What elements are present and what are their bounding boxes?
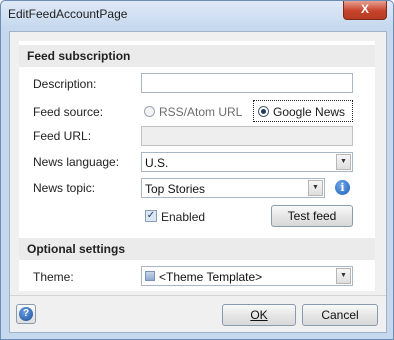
close-icon: X <box>360 2 369 16</box>
rss-atom-radio[interactable]: RSS/Atom URL <box>144 103 244 123</box>
settings-panel: Feed subscription Description: Feed sour… <box>19 41 375 291</box>
ok-label: OK <box>250 308 268 322</box>
checkmark-icon: ✓ <box>146 210 156 221</box>
rss-atom-radio-circle <box>144 106 155 117</box>
chevron-down-icon[interactable]: ▼ <box>336 154 351 170</box>
theme-swatch-icon <box>145 271 155 281</box>
feed-url-input[interactable] <box>141 126 353 146</box>
news-topic-label: News topic: <box>33 181 96 195</box>
close-button[interactable]: X <box>343 1 387 20</box>
news-topic-value: Top Stories <box>145 182 206 196</box>
help-button[interactable]: ? <box>16 304 36 324</box>
theme-label: Theme: <box>33 270 74 284</box>
description-label: Description: <box>33 77 97 91</box>
feed-url-label: Feed URL: <box>33 129 92 143</box>
help-icon: ? <box>19 307 33 321</box>
feed-source-label: Feed source: <box>33 105 104 119</box>
google-news-radio-circle <box>258 106 269 117</box>
cancel-label: Cancel <box>321 308 359 322</box>
info-icon[interactable]: i <box>335 180 350 195</box>
google-news-radio-label: Google News <box>273 105 346 119</box>
chevron-down-icon[interactable]: ▼ <box>308 180 323 196</box>
enabled-label: Enabled <box>161 210 206 224</box>
cancel-button[interactable]: Cancel <box>302 304 378 326</box>
google-news-radio[interactable]: Google News <box>253 100 353 122</box>
news-language-select[interactable]: U.S. ▼ <box>141 152 353 172</box>
rss-atom-radio-label: RSS/Atom URL <box>159 105 243 119</box>
news-language-value: U.S. <box>145 156 169 170</box>
news-language-label: News language: <box>33 155 120 169</box>
news-topic-select[interactable]: Top Stories ▼ <box>141 178 325 198</box>
description-input[interactable] <box>141 73 353 93</box>
optional-settings-header: Optional settings <box>19 238 375 260</box>
feed-subscription-header: Feed subscription <box>19 45 375 67</box>
enabled-checkbox[interactable]: ✓ <box>145 210 157 222</box>
test-feed-button[interactable]: Test feed <box>271 205 353 227</box>
footer-separator <box>10 295 386 296</box>
window-title: EditFeedAccountPage <box>8 7 128 21</box>
chevron-down-icon[interactable]: ▼ <box>336 268 351 284</box>
ok-button[interactable]: OK <box>222 304 296 326</box>
theme-value: <Theme Template> <box>159 270 263 284</box>
dialog-window: EditFeedAccountPage X Feed subscription … <box>0 0 394 340</box>
theme-select[interactable]: <Theme Template> ▼ <box>141 266 353 286</box>
dialog-client-area: Feed subscription Description: Feed sour… <box>9 31 387 333</box>
title-bar[interactable]: EditFeedAccountPage X <box>1 1 393 27</box>
